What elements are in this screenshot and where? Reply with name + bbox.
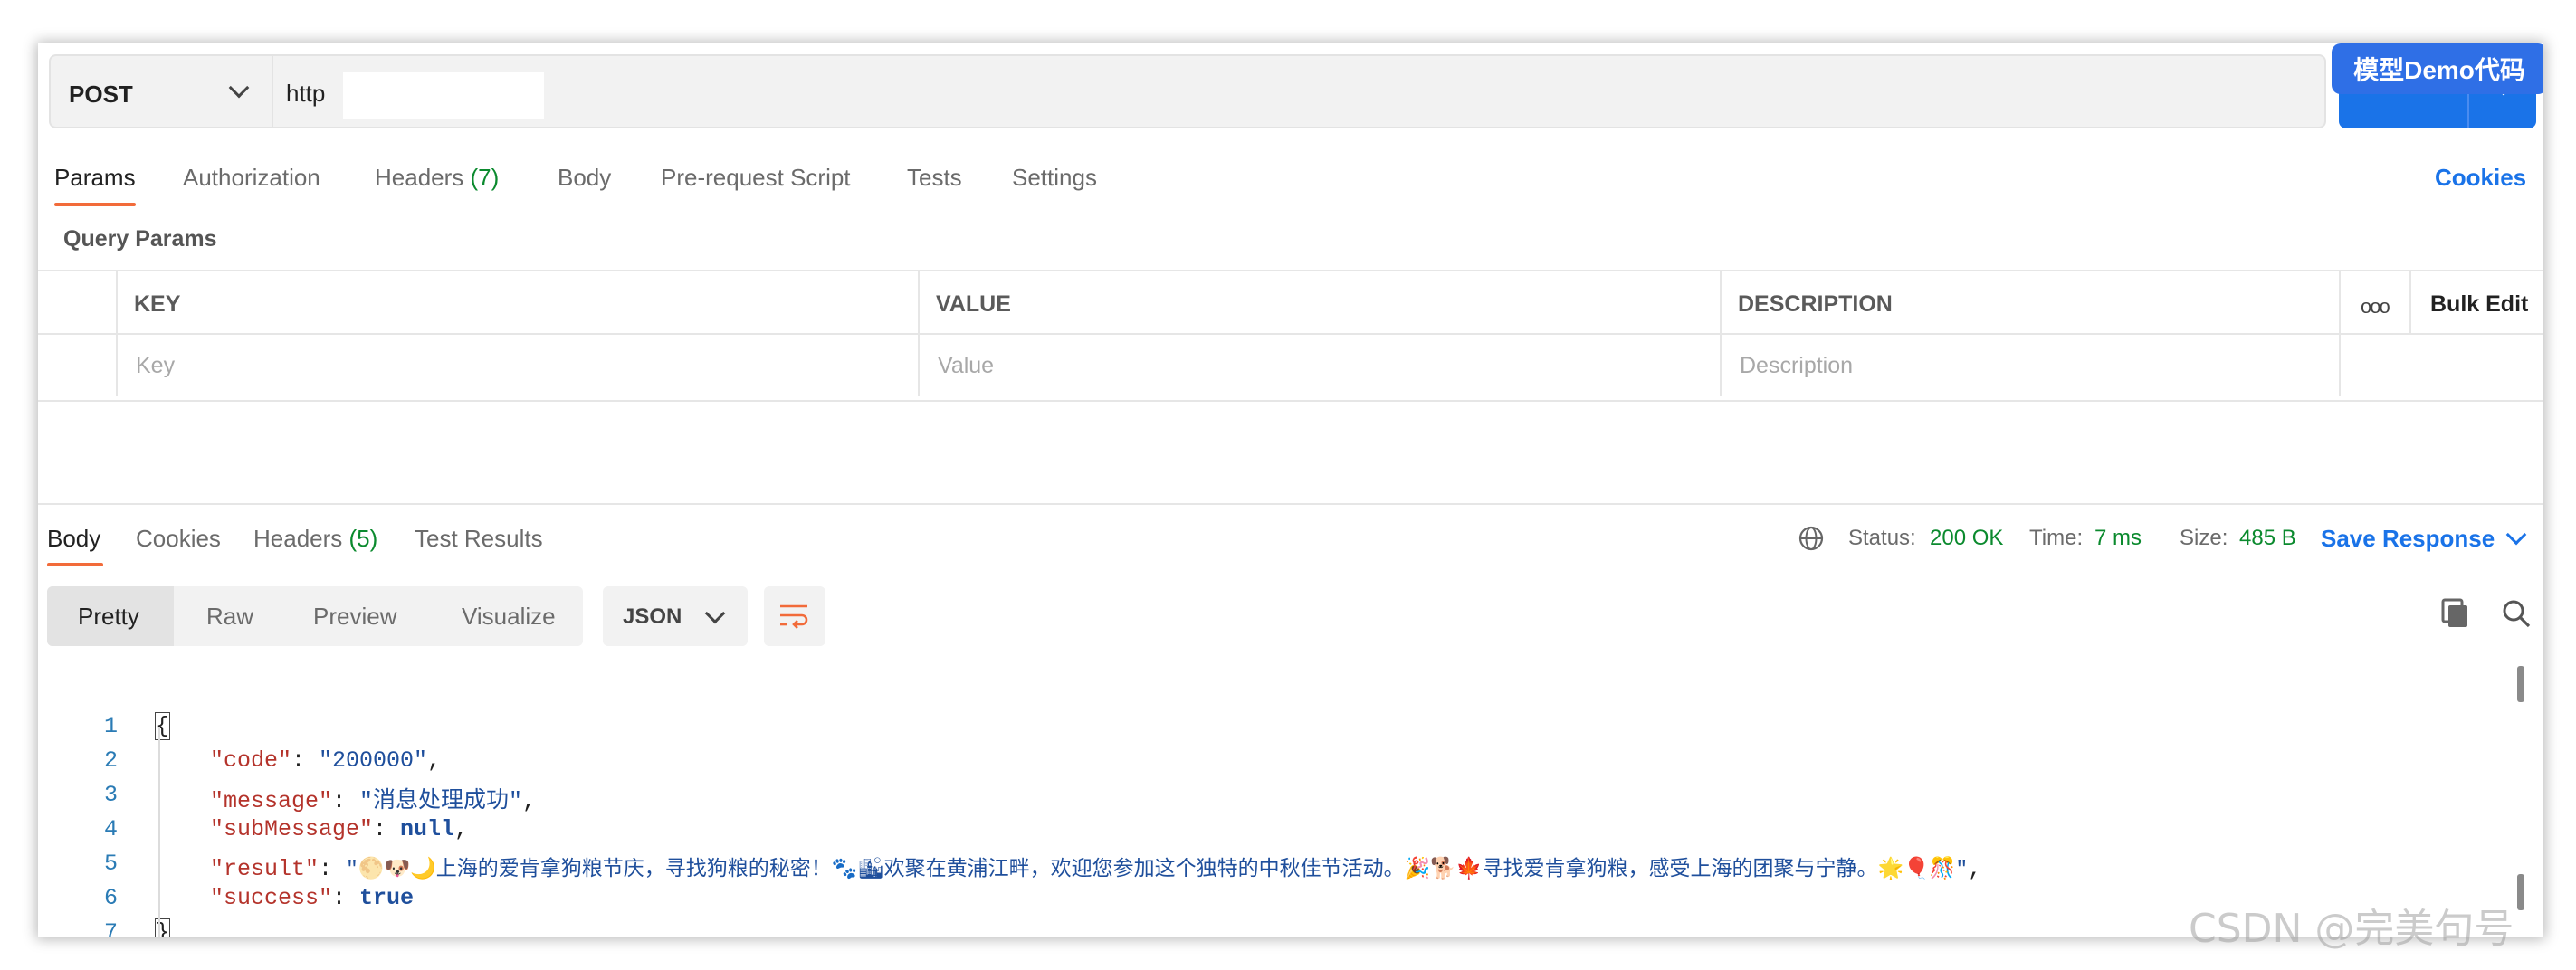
column-header-value: VALUE (936, 291, 1011, 317)
save-response-button[interactable]: Save Response (2321, 525, 2495, 553)
json-key: "subMessage" (210, 816, 374, 842)
response-tab-headers[interactable]: Headers (5) (253, 525, 377, 553)
active-tab-indicator (47, 563, 103, 566)
query-params-table: KEY VALUE DESCRIPTION ooo Bulk Edit Key … (38, 270, 2543, 402)
json-string: "消息处理成功" (359, 788, 523, 814)
status-label: Status: (1848, 526, 1916, 550)
bulk-edit-button[interactable]: Bulk Edit (2430, 291, 2528, 318)
json-key: "code" (210, 747, 292, 774)
value-input[interactable]: Value (938, 353, 994, 379)
tab-tests[interactable]: Tests (907, 164, 962, 192)
code-line-success: "success": true (210, 885, 415, 911)
chevron-down-icon (704, 603, 726, 624)
tab-authorization[interactable]: Authorization (183, 164, 320, 192)
scrollbar-thumb[interactable] (2517, 666, 2524, 702)
tab-pre-request-script[interactable]: Pre-request Script (661, 164, 851, 192)
line-number: 5 (103, 851, 118, 877)
method-label: POST (69, 81, 133, 108)
line-number: 2 (103, 747, 118, 774)
column-header-description: DESCRIPTION (1738, 291, 1893, 317)
indent-guide (158, 727, 160, 937)
active-tab-indicator (54, 203, 136, 206)
wrap-icon (780, 604, 808, 629)
more-options-icon[interactable]: ooo (2361, 295, 2390, 319)
code-line-result: "result": "🌕🐶🌙上海的爱肯拿狗粮节庆，寻找狗粮的秘密！🐾🏙欢聚在黄浦… (210, 856, 1982, 882)
view-visualize[interactable]: Visualize (462, 586, 556, 646)
line-number: 4 (103, 816, 118, 842)
json-key: "result" (210, 856, 320, 882)
copy-icon[interactable] (2440, 597, 2471, 630)
json-key: "message" (210, 788, 333, 814)
key-input[interactable]: Key (136, 353, 175, 379)
tab-params[interactable]: Params (54, 164, 136, 192)
line-number: 6 (103, 885, 118, 911)
method-select[interactable]: POST (51, 56, 273, 127)
csdn-watermark: CSDN @完美句号 (2189, 906, 2514, 952)
line-number: 7 (103, 919, 118, 937)
format-select[interactable]: JSON (603, 586, 748, 646)
size-value: 485 B (2239, 526, 2296, 551)
json-key: "success" (210, 885, 333, 911)
json-string: "🌕🐶🌙上海的爱肯拿狗粮节庆，寻找狗粮的秘密！🐾🏙欢聚在黄浦江畔，欢迎您参加这个… (346, 858, 1969, 881)
json-string: "200000" (319, 747, 428, 774)
response-tab-cookies[interactable]: Cookies (136, 525, 221, 553)
request-url-bar: POST http (49, 54, 2326, 128)
time-value: 7 ms (2094, 526, 2142, 551)
view-raw[interactable]: Raw (206, 586, 253, 646)
size-bytes: 485 B (2239, 526, 2296, 550)
wrap-lines-button[interactable] (764, 586, 825, 646)
code-line-submessage: "subMessage": null, (210, 816, 469, 842)
overlay-badge: 模型Demo代码 (2332, 43, 2543, 94)
response-tab-body[interactable]: Body (47, 525, 100, 553)
tab-headers[interactable]: Headers (7) (375, 164, 499, 192)
row-divider (38, 333, 2543, 335)
url-input[interactable]: http (286, 80, 325, 108)
line-number: 3 (103, 782, 118, 808)
tab-body[interactable]: Body (558, 164, 611, 192)
code-line-code: "code": "200000", (210, 747, 442, 774)
json-boolean: true (359, 885, 415, 911)
chevron-down-icon (228, 77, 250, 99)
tab-headers-count: (7) (470, 164, 500, 191)
time-label: Time: (2029, 526, 2084, 550)
format-label: JSON (623, 604, 682, 629)
view-preview[interactable]: Preview (313, 586, 396, 646)
status-value: 200 OK (1930, 526, 2003, 551)
line-number: 1 (103, 713, 118, 739)
status-code: 200 OK (1930, 526, 2004, 550)
tab-settings[interactable]: Settings (1012, 164, 1097, 192)
code-line-message: "message": "消息处理成功", (210, 788, 537, 814)
response-tab-headers-label: Headers (253, 525, 343, 552)
time-ms: 7 ms (2094, 526, 2142, 550)
search-icon[interactable] (2502, 599, 2531, 628)
response-tab-headers-count: (5) (348, 525, 378, 552)
globe-icon[interactable] (1798, 525, 1825, 552)
tab-headers-label: Headers (375, 164, 464, 191)
pane-divider[interactable] (38, 503, 2543, 505)
json-null: null (400, 816, 455, 842)
column-divider (2409, 271, 2411, 333)
postman-window: POST http 模型Demo代码 Params Authorization … (38, 43, 2543, 937)
description-input[interactable]: Description (1740, 353, 1853, 379)
redacted-url-mask (343, 72, 544, 119)
column-header-key: KEY (134, 291, 181, 317)
query-params-title: Query Params (63, 226, 217, 252)
view-pretty[interactable]: Pretty (78, 586, 139, 646)
response-tab-test-results[interactable]: Test Results (415, 525, 543, 553)
size-label: Size: (2180, 526, 2228, 550)
scrollbar-thumb[interactable] (2517, 874, 2524, 910)
chevron-down-icon[interactable] (2505, 524, 2527, 546)
cookies-link[interactable]: Cookies (2435, 164, 2526, 192)
